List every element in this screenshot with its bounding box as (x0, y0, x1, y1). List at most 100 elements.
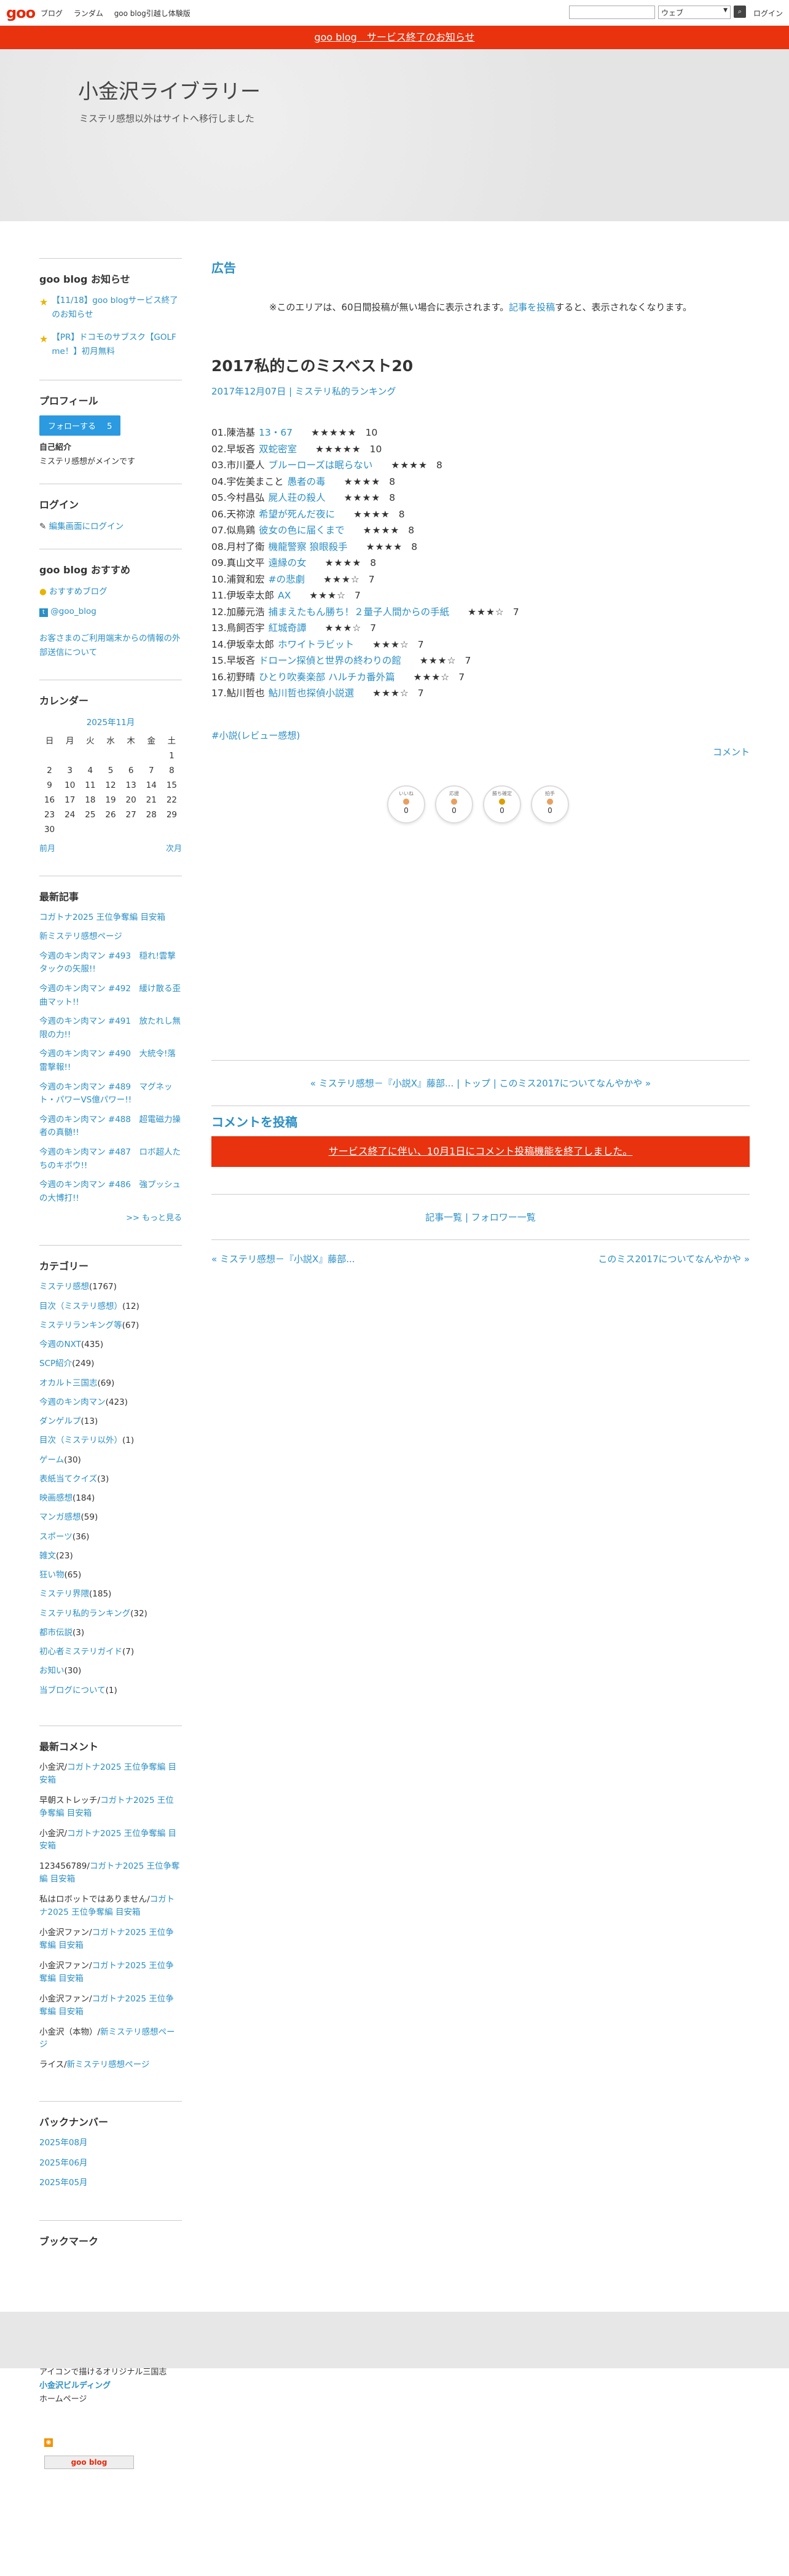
reaction-button[interactable]: 拍手 ● 0 (531, 785, 569, 823)
reaction-button[interactable]: 応援 ● 0 (435, 785, 473, 823)
article-list-link[interactable]: 記事一覧 (425, 1212, 462, 1223)
next-article-link[interactable]: このミス2017についてなんやかや (500, 1078, 643, 1089)
recent-post-link[interactable]: 今週のキン肉マン #492 緩け散る歪曲マット!! (39, 983, 182, 1009)
search-button[interactable]: ⌕ (734, 6, 746, 18)
category-link[interactable]: 都市伝説 (39, 1628, 73, 1638)
search-input[interactable] (569, 6, 655, 19)
recent-post-link[interactable]: 今週のキン肉マン #493 穏れ!雲撃タックの矢服!! (39, 950, 182, 976)
recommend-blog-link[interactable]: おすすめブログ (49, 587, 108, 597)
ranking-title-link[interactable]: 紅城奇譚 (269, 622, 307, 634)
reaction-button[interactable]: いいね ● 0 (387, 785, 425, 823)
weekday-header: 日 (45, 736, 54, 746)
ranking-title-link[interactable]: 鮎川哲也探偵小説選 (269, 688, 355, 699)
category-link[interactable]: マンガ感想 (39, 1512, 81, 1522)
notice-link[interactable]: goo blog サービス終了のお知らせ (314, 31, 474, 43)
calendar-next-link[interactable]: 次月 (166, 842, 182, 854)
category-link[interactable]: 表紙当てクイズ (39, 1474, 97, 1484)
follower-list-link[interactable]: フォロワー一覧 (471, 1212, 536, 1223)
category-link[interactable]: 今週のキン肉マン (39, 1397, 106, 1407)
ranking-title-link[interactable]: 彼女の色に届くまで (259, 525, 345, 536)
search-scope-select[interactable]: ウェブ ▼ (658, 6, 731, 19)
recent-post-link[interactable]: 今週のキン肉マン #488 超電磁力操者の真髄!! (39, 1113, 182, 1140)
reaction-button[interactable]: 勝ち確定 ● 0 (483, 785, 521, 823)
top-link[interactable]: トップ (463, 1078, 490, 1089)
goo-blog-twitter-link[interactable]: @goo_blog (50, 607, 96, 616)
category-link[interactable]: スポーツ (39, 1532, 73, 1542)
blog-title[interactable]: 小金沢ライブラリー (78, 75, 261, 104)
ranking-title-link[interactable]: 遠縁の女 (269, 557, 307, 568)
category-link[interactable]: 初心者ミステリガイド (39, 1647, 122, 1657)
category-link[interactable]: 目次（ミステリ以外） (39, 1435, 122, 1445)
category-link[interactable]: オカルト三国志 (39, 1378, 98, 1388)
category-link[interactable]: ゲーム (39, 1455, 64, 1465)
backnumber-link[interactable]: 2025年05月 (39, 2177, 182, 2189)
category-link[interactable]: ミステリ界隈 (39, 1589, 89, 1599)
goo-blog-badge[interactable]: goo blog (44, 2456, 134, 2469)
ranking-title-link[interactable]: 機龍警察 狼眼殺手 (269, 541, 348, 552)
ranking-title-link[interactable]: 屍人荘の殺人 (269, 492, 326, 503)
category-link[interactable]: 狂い物 (39, 1570, 65, 1580)
category-link[interactable]: 今週のNXT (39, 1340, 81, 1349)
backnumber-link[interactable]: 2025年08月 (39, 2137, 182, 2149)
ranking-title-link[interactable]: ひとり吹奏楽部 ハルチカ番外篇 (259, 672, 394, 683)
recent-post-link[interactable]: 今週のキン肉マン #490 大統令!落雷撃報!! (39, 1048, 182, 1074)
category-link[interactable]: 当ブログについて (39, 1686, 106, 1695)
login-link[interactable]: ログイン (753, 8, 783, 18)
category-link[interactable]: 雑文 (39, 1551, 56, 1561)
category-link[interactable]: 目次（ミステリ感想） (39, 1302, 122, 1311)
rss-icon[interactable]: ◉ (44, 2438, 53, 2447)
ranking-title-link[interactable]: 捕まえたもん勝ち！２量子人間からの手紙 (269, 607, 450, 618)
comment-link[interactable]: コメント (713, 747, 750, 758)
post-article-link[interactable]: 記事を投稿 (509, 302, 555, 313)
category-link[interactable]: ミステリランキング等 (39, 1321, 122, 1330)
tag-link[interactable]: #小説(レビュー感想) (211, 730, 300, 741)
category-link[interactable]: ダンゲルプ (39, 1416, 81, 1426)
recent-post-link[interactable]: 今週のキン肉マン #489 マグネット・パワーVS億パワー!! (39, 1081, 182, 1107)
recent-post-link[interactable]: 今週のキン肉マン #486 強プッシュの大博打!! (39, 1179, 182, 1205)
nav-blog[interactable]: ブログ (41, 9, 63, 18)
follow-button[interactable]: フォローする 5 (39, 415, 121, 436)
recent-post-link[interactable]: 新ミステリ感想ページ (39, 930, 182, 944)
article-date[interactable]: 2017年12月07日 (211, 386, 286, 397)
category-link[interactable]: ミステリ感想 (39, 1282, 89, 1292)
goo-info-item[interactable]: 【11/18】goo blogサービス終了のお知らせ (52, 294, 182, 322)
ranking-title-link[interactable]: 双蛇密室 (259, 444, 297, 455)
pager-prev-link[interactable]: ミステリ感想－『小説X』藤部... (220, 1254, 355, 1265)
comment-closed-link[interactable]: サービス終了に伴い、10月1日にコメント投稿機能を終了しました。 (329, 1145, 633, 1157)
nav-random[interactable]: ランダム (74, 9, 103, 18)
ranking-title-link[interactable]: ドローン探偵と世界の終わりの館 (259, 655, 401, 666)
ranking-row: 11.伊坂幸太郎 AX ★★★☆ 7 (211, 587, 750, 604)
nav-migration[interactable]: goo blog引越し体験版 (114, 9, 190, 18)
ranking-title-link[interactable]: 13・67 (259, 427, 292, 438)
ranking-title-link[interactable]: AX (278, 590, 291, 601)
recent-post-link[interactable]: コガトナ2025 王位争奪編 目安箱 (39, 911, 182, 925)
reaction-count: 0 (500, 806, 504, 815)
recent-post-link[interactable]: 今週のキン肉マン #487 ロボ超人たちのキボウ!! (39, 1146, 182, 1172)
prev-article-link[interactable]: ミステリ感想－『小説X』藤部... (319, 1078, 454, 1089)
ranking-title-link[interactable]: #の悲劇 (269, 574, 305, 585)
bookmark-item[interactable]: 小金沢ビルディング (39, 2381, 111, 2390)
recent-post-link[interactable]: 今週のキン肉マン #491 放たれし無限の力!! (39, 1015, 182, 1042)
category-link[interactable]: お知い (39, 1666, 65, 1676)
comment-author: 123456789 (39, 1861, 87, 1872)
edit-login-link[interactable]: 編集画面にログイン (49, 522, 124, 532)
article-category[interactable]: ミステリ私的ランキング (295, 386, 396, 397)
comment-post-link[interactable]: 新ミステリ感想ページ (67, 2060, 150, 2070)
backnumber-link[interactable]: 2025年06月 (39, 2157, 182, 2169)
category-item: 雑文(23) (39, 1550, 182, 1562)
more-posts-link[interactable]: >> もっと見る (126, 1214, 182, 1223)
ranking-title-link[interactable]: ブルーローズは眠らない (269, 460, 373, 471)
ranking-title-link[interactable]: 愚者の毒 (288, 476, 326, 487)
weekday-header: 火 (86, 736, 95, 746)
article-title[interactable]: 2017私的このミスベスト20 (211, 354, 750, 376)
ranking-title-link[interactable]: 希望が死んだ夜に (259, 509, 335, 520)
external-send-info-link[interactable]: お客さまのご利用端末からの情報の外部送信について (39, 632, 182, 660)
category-link[interactable]: ミステリ私的ランキング (39, 1609, 130, 1619)
calendar-prev-link[interactable]: 前月 (39, 842, 55, 854)
category-link[interactable]: 映画感想 (39, 1493, 73, 1503)
pager-next-link[interactable]: このミス2017についてなんやかや (598, 1254, 741, 1265)
ranking-title-link[interactable]: ホワイトラビット (278, 639, 354, 650)
category-link[interactable]: SCP紹介 (39, 1359, 72, 1368)
goo-info-item[interactable]: 【PR】ドコモのサブスク【GOLF me！】初月無料 (52, 331, 182, 359)
goo-logo[interactable]: goo (6, 4, 36, 22)
